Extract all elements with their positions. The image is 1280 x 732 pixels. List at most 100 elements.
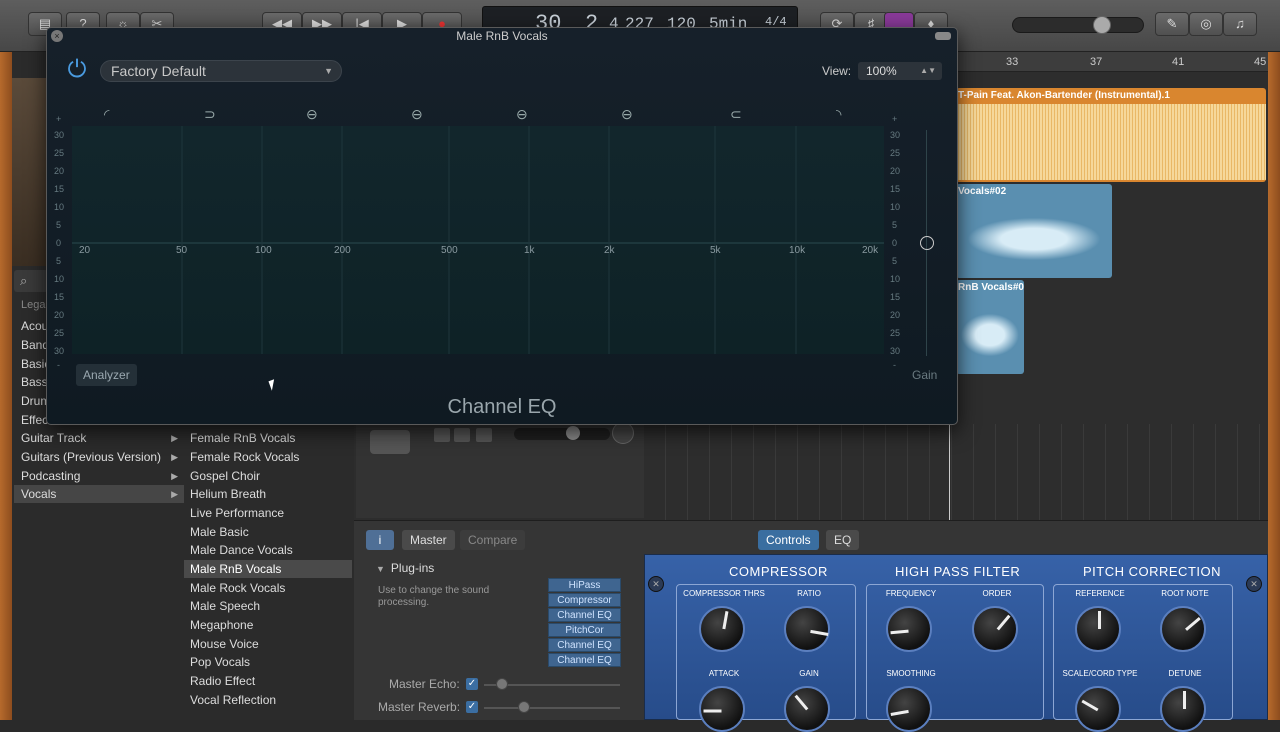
library-category[interactable]: Guitars (Previous Version) ▶ xyxy=(14,448,184,466)
db-label: 5 xyxy=(56,220,62,230)
plugins-section-title[interactable]: ▼ Plug-ins xyxy=(376,561,434,575)
library-preset[interactable]: Male Speech xyxy=(184,597,352,615)
parametric-band-3-icon[interactable]: ⊖ xyxy=(516,106,528,123)
collapse-button[interactable] xyxy=(935,32,951,40)
db-label: 30 xyxy=(54,346,65,356)
master-echo-knob[interactable] xyxy=(496,678,508,690)
close-icon[interactable]: × xyxy=(51,30,63,42)
freq-label: 50 xyxy=(176,245,188,256)
plugin-slot[interactable]: Compressor xyxy=(548,593,621,607)
library-preset[interactable]: Megaphone xyxy=(184,616,352,634)
smoothing-knob[interactable] xyxy=(886,686,932,732)
library-preset[interactable]: Male Rock Vocals xyxy=(184,579,352,597)
frequency-knob[interactable] xyxy=(886,606,932,652)
library-preset[interactable]: Female Rock Vocals xyxy=(184,448,352,466)
mute-button[interactable] xyxy=(434,428,450,442)
plugin-slot[interactable]: Channel EQ xyxy=(548,638,621,652)
waveform xyxy=(956,104,1266,180)
db-label-right: 0 xyxy=(892,238,898,248)
library-preset[interactable]: Male Basic xyxy=(184,523,352,541)
disclosure-triangle-icon[interactable]: ▼ xyxy=(376,564,385,574)
attack-knob[interactable] xyxy=(699,686,745,732)
region-name: RnB Vocals#0 xyxy=(958,282,1024,293)
left-wood-panel xyxy=(0,52,12,720)
freq-label: 20 xyxy=(79,245,91,256)
master-volume-knob[interactable] xyxy=(1093,16,1111,34)
parametric-band-4-icon[interactable]: ⊖ xyxy=(621,106,633,123)
library-category-selected[interactable]: Vocals ▶ xyxy=(14,485,184,503)
reference-label: REFERENCE xyxy=(1075,589,1125,598)
db-label: 30 xyxy=(54,130,65,140)
headphones-icon[interactable] xyxy=(454,428,470,442)
library-preset-selected[interactable]: Male RnB Vocals xyxy=(184,560,352,578)
library-preset[interactable]: Female RnB Vocals xyxy=(184,429,352,447)
library-preset[interactable]: Male Dance Vocals xyxy=(184,541,352,559)
power-icon[interactable]: ⏻ xyxy=(64,57,90,83)
track-volume-knob[interactable] xyxy=(566,426,580,440)
ratio-knob[interactable] xyxy=(784,606,830,652)
eq-tab[interactable]: EQ xyxy=(826,530,860,550)
order-knob[interactable] xyxy=(972,606,1018,652)
audio-region-vocals[interactable]: Vocals#02 xyxy=(956,184,1112,278)
plugin-slot[interactable]: Channel EQ xyxy=(548,653,621,667)
db-label-right: 15 xyxy=(890,292,901,302)
audio-region-rnb-vocals[interactable]: RnB Vocals#0 xyxy=(956,280,1024,374)
chevron-right-icon: ▶ xyxy=(171,433,178,443)
high-pass-filter-title: HIGH PASS FILTER xyxy=(895,564,1021,579)
high-shelf-band-icon[interactable]: ⊂ xyxy=(730,106,742,123)
order-label: ORDER xyxy=(982,589,1012,598)
gain-knob[interactable] xyxy=(784,686,830,732)
eq-graph[interactable] xyxy=(72,126,884,354)
library-preset[interactable]: Mouse Voice xyxy=(184,635,352,653)
master-reverb-checkbox[interactable]: ✓ xyxy=(466,701,478,713)
high-cut-band-icon[interactable]: ◝ xyxy=(836,106,841,123)
library-search-icon[interactable]: ⌕ xyxy=(14,270,48,292)
library-preset[interactable]: Gospel Choir xyxy=(184,467,352,485)
timeline-ruler[interactable]: 33 37 41 45 xyxy=(958,52,1268,72)
plugin-slot[interactable]: PitchCor xyxy=(548,623,621,637)
detune-knob[interactable] xyxy=(1160,686,1206,732)
library-preset[interactable]: Radio Effect xyxy=(184,672,352,690)
reference-knob[interactable] xyxy=(1075,606,1121,652)
library-preset[interactable]: Live Performance xyxy=(184,504,352,522)
media-browser-button[interactable]: ♫ xyxy=(1223,12,1257,36)
ruler-label: 45 xyxy=(1254,56,1267,68)
audio-region-instrumental[interactable]: T-Pain Feat. Akon-Bartender (Instrumenta… xyxy=(956,88,1266,182)
low-cut-band-icon[interactable]: ◜ xyxy=(104,106,109,123)
library-category[interactable]: Podcasting ▶ xyxy=(14,467,184,485)
library-preset[interactable]: Vocal Reflection xyxy=(184,691,352,709)
master-reverb-knob[interactable] xyxy=(518,701,530,713)
root-note-knob[interactable] xyxy=(1160,606,1206,652)
gain-slider-handle[interactable] xyxy=(920,236,934,250)
analyzer-button[interactable]: Analyzer xyxy=(76,364,137,386)
master-button[interactable]: Master xyxy=(402,530,455,550)
info-icon[interactable]: i xyxy=(366,530,394,550)
plugin-slot[interactable]: HiPass xyxy=(548,578,621,592)
pan-knob[interactable] xyxy=(612,422,634,444)
compressor-thrs-knob[interactable] xyxy=(699,606,745,652)
gain-label: GAIN xyxy=(799,669,819,678)
library-preset[interactable]: Pop Vocals xyxy=(184,653,352,671)
scale-type-knob[interactable] xyxy=(1075,686,1121,732)
chevron-right-icon: ▶ xyxy=(171,452,178,462)
master-reverb-slider[interactable] xyxy=(484,707,620,709)
db-label: 20 xyxy=(54,166,65,176)
library-preset[interactable]: Helium Breath xyxy=(184,485,352,503)
low-shelf-band-icon[interactable]: ⊃ xyxy=(204,106,216,123)
controls-tab[interactable]: Controls xyxy=(758,530,819,550)
preset-dropdown[interactable]: Factory Default ▼ xyxy=(100,60,342,82)
record-enable-button[interactable] xyxy=(476,428,492,442)
parametric-band-2-icon[interactable]: ⊖ xyxy=(411,106,423,123)
ruler-label: 33 xyxy=(1006,56,1019,68)
loop-browser-button[interactable]: ◎ xyxy=(1189,12,1223,36)
compare-button[interactable]: Compare xyxy=(460,530,526,550)
master-volume-slider[interactable] xyxy=(1012,17,1144,33)
track-volume-slider[interactable] xyxy=(514,428,610,440)
master-echo-checkbox[interactable]: ✓ xyxy=(466,678,478,690)
library-category[interactable]: Guitar Track ▶ xyxy=(14,429,184,447)
track-header[interactable] xyxy=(356,422,644,518)
parametric-band-1-icon[interactable]: ⊖ xyxy=(306,106,318,123)
notepad-button[interactable]: ✎ xyxy=(1155,12,1189,36)
plugin-slot[interactable]: Channel EQ xyxy=(548,608,621,622)
view-zoom-dropdown[interactable]: 100% ▲▼ xyxy=(858,62,942,80)
